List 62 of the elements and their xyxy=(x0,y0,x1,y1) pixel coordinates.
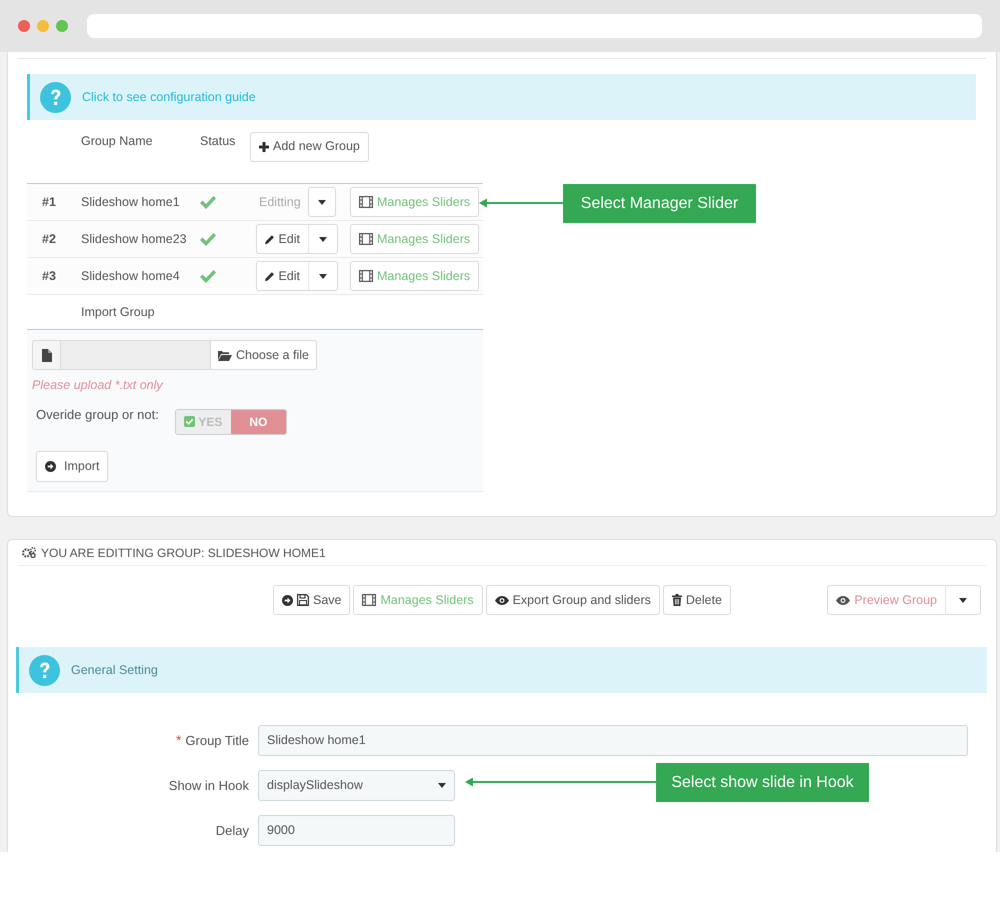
row-index: #3 xyxy=(42,268,56,285)
group-name: Slideshow home4 xyxy=(81,268,180,285)
dropdown-toggle-button[interactable] xyxy=(308,187,336,217)
minimize-window-dot[interactable] xyxy=(37,20,49,32)
film-icon xyxy=(359,270,373,282)
editing-label: Editting xyxy=(258,194,302,211)
checkbox-icon xyxy=(184,416,196,428)
field-label: Show in Hook xyxy=(168,776,250,795)
trash-icon xyxy=(672,594,682,606)
maximize-window-dot[interactable] xyxy=(56,20,68,32)
film-icon xyxy=(362,594,376,606)
callout-label: Select Manager Slider xyxy=(563,184,756,223)
help-icon xyxy=(29,654,60,686)
import-heading: Import Group xyxy=(81,304,155,321)
column-header: Status xyxy=(200,133,236,150)
file-icon xyxy=(42,348,52,362)
edit-button[interactable]: Edit xyxy=(256,224,338,254)
caret-icon xyxy=(959,598,967,602)
export-button[interactable]: Export Group and sliders xyxy=(486,585,660,615)
input-field[interactable]: 9000 xyxy=(258,815,455,846)
add-group-button[interactable]: Add new Group xyxy=(250,132,369,162)
input-field[interactable]: Slideshow home1 xyxy=(258,725,968,756)
upload-hint: Please upload *.txt only xyxy=(32,377,164,394)
section-title: General Setting xyxy=(71,662,158,679)
edit-button[interactable]: Edit xyxy=(256,261,338,291)
help-icon xyxy=(40,82,71,112)
override-label: Overide group or not: xyxy=(36,406,159,424)
row-index: #2 xyxy=(42,230,56,248)
eye-icon xyxy=(836,596,850,604)
plus-icon xyxy=(259,142,269,152)
eye-icon xyxy=(494,596,509,604)
save-button[interactable]: Save xyxy=(272,585,350,615)
caret-icon xyxy=(438,783,446,788)
folder-icon xyxy=(218,350,232,360)
field-label: * Group Title xyxy=(174,731,250,750)
caret-icon xyxy=(318,200,326,204)
caret-icon xyxy=(319,236,327,242)
arrow-circle-icon xyxy=(45,460,56,472)
group-name: Slideshow home1 xyxy=(81,194,180,211)
film-icon xyxy=(359,196,373,208)
arrow-circle-icon xyxy=(282,594,293,606)
edit-label: Edit xyxy=(278,268,300,285)
required-mark: * xyxy=(176,732,182,748)
field-label: Delay xyxy=(214,822,250,840)
import-button[interactable]: Import xyxy=(36,450,108,482)
file-path-field[interactable] xyxy=(61,340,211,370)
edit-label: Edit xyxy=(278,230,300,248)
close-window-dot[interactable] xyxy=(18,20,30,32)
pencil-icon xyxy=(265,234,274,244)
column-header: Group Name xyxy=(81,133,153,150)
hook-select[interactable]: displaySlideshow xyxy=(258,770,455,801)
group-name: Slideshow home23 xyxy=(81,230,187,248)
pencil-icon xyxy=(265,270,274,282)
film-icon xyxy=(359,233,373,245)
choose-file-button[interactable]: Choose a file xyxy=(211,340,317,370)
gears-icon xyxy=(22,547,36,558)
callout-label: Select show slide in Hook xyxy=(656,763,869,802)
editor-title: YOU ARE EDITTING GROUP: SLIDESHOW HOME1 xyxy=(41,544,326,562)
caret-icon xyxy=(319,274,327,278)
row-index: #1 xyxy=(42,194,56,211)
delete-button[interactable]: Delete xyxy=(662,585,731,615)
address-bar[interactable] xyxy=(87,14,982,38)
